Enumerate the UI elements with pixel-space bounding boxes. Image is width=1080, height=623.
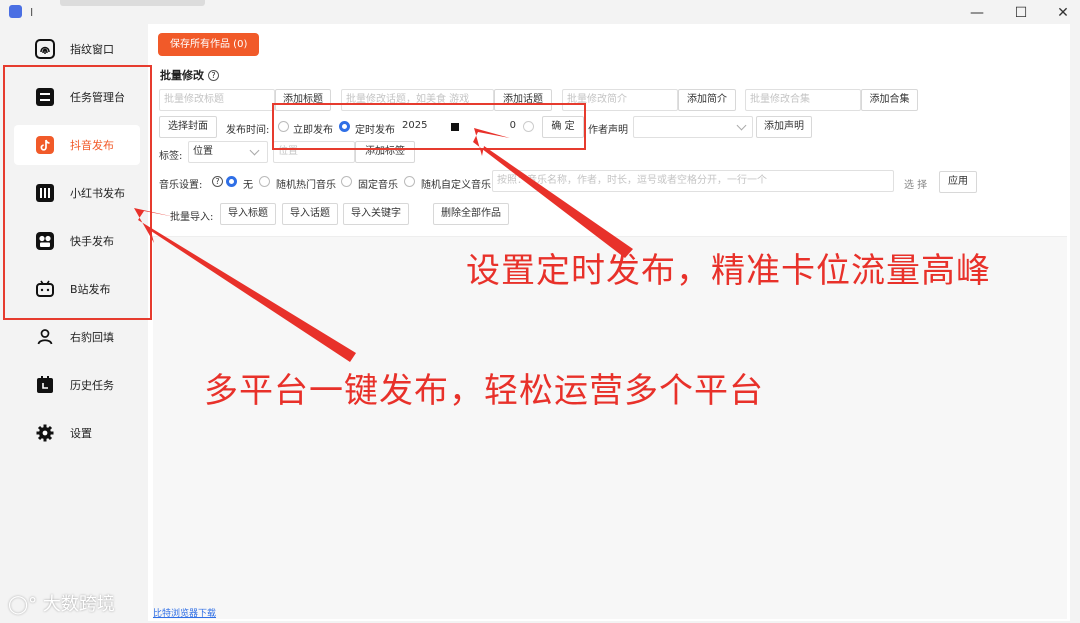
music-fixed-label: 固定音乐 xyxy=(358,180,398,191)
add-collection-button[interactable]: 添加合集 xyxy=(861,89,918,111)
chevron-down-icon xyxy=(736,120,747,131)
music-settings-label: 音乐设置: xyxy=(159,180,203,191)
author-statement-select[interactable] xyxy=(633,116,753,138)
music-hot-label: 随机热门音乐 xyxy=(276,180,336,191)
history-icon xyxy=(34,374,56,396)
add-statement-button[interactable]: 添加声明 xyxy=(756,116,812,138)
sidebar-item-history[interactable]: 历史任务 xyxy=(14,365,140,405)
maximize-button[interactable]: ☐ xyxy=(1006,3,1036,23)
music-custom-label: 随机自定义音乐 xyxy=(421,180,491,191)
sidebar-item-label: 指纹窗口 xyxy=(70,43,114,56)
multi-platform-annotation-text: 多平台一键发布，轻松运营多个平台 xyxy=(204,371,764,411)
chevron-down-icon xyxy=(249,145,260,156)
sidebar-item-settings[interactable]: 设置 xyxy=(14,413,140,453)
music-fixed-radio[interactable] xyxy=(341,176,352,187)
browser-download-link[interactable]: 比特浏览器下载 xyxy=(153,606,216,619)
music-none-label: 无 xyxy=(243,180,253,191)
batch-collection-input[interactable]: 批量修改合集 xyxy=(745,89,861,111)
import-title-button[interactable]: 导入标题 xyxy=(220,203,276,225)
close-button[interactable]: ✕ xyxy=(1048,3,1078,23)
music-none-radio[interactable] xyxy=(226,176,237,187)
tag-label: 标签: xyxy=(159,151,183,162)
sidebar-item-youbao[interactable]: 右豹回填 xyxy=(14,317,140,357)
sidebar-item-label: 设置 xyxy=(70,427,92,440)
schedule-annotation-text: 设置定时发布，精准卡位流量高峰 xyxy=(466,251,991,291)
tag-type-select[interactable]: 位置 xyxy=(188,141,268,163)
choose-music-button[interactable]: 选 择 xyxy=(904,176,927,191)
blurred-title-area xyxy=(60,0,205,6)
fingerprint-icon xyxy=(34,38,56,60)
import-keyword-button[interactable]: 导入关键字 xyxy=(343,203,409,225)
gear-icon xyxy=(34,422,56,444)
import-topic-button[interactable]: 导入话题 xyxy=(282,203,338,225)
help-icon[interactable]: ? xyxy=(208,70,219,81)
batch-edit-title: 批量修改? xyxy=(160,67,219,83)
sidebar-item-fingerprint[interactable]: 指纹窗口 xyxy=(14,29,140,69)
minimize-button[interactable]: — xyxy=(962,3,992,23)
app-logo-icon xyxy=(9,5,22,18)
platforms-highlight-box xyxy=(3,65,152,320)
schedule-highlight-box xyxy=(272,103,586,150)
window-title: I xyxy=(30,6,34,19)
apply-button[interactable]: 应用 xyxy=(939,171,977,193)
sidebar-item-label: 历史任务 xyxy=(70,379,114,392)
music-hot-radio[interactable] xyxy=(259,176,270,187)
batch-import-label: 批量导入: xyxy=(170,212,214,223)
watermark: ◯° 大数跨境 xyxy=(8,594,115,615)
publish-time-label: 发布时间: xyxy=(226,125,270,136)
user-icon xyxy=(34,326,56,348)
select-cover-button[interactable]: 选择封面 xyxy=(159,116,217,138)
add-intro-button[interactable]: 添加简介 xyxy=(678,89,736,111)
title-bar: I — ☐ ✕ xyxy=(0,0,1080,26)
works-list-area xyxy=(153,236,1067,619)
batch-title-input[interactable]: 批量修改标题 xyxy=(159,89,275,111)
save-all-works-button[interactable]: 保存所有作品 (0) xyxy=(158,33,260,56)
delete-all-works-button[interactable]: 删除全部作品 xyxy=(433,203,509,225)
watermark-logo-icon: ◯° xyxy=(8,594,43,615)
music-list-input[interactable]: 按照：音乐名称，作者，时长，逗号或者空格分开，一行一个 xyxy=(492,170,894,192)
author-statement-label: 作者声明 xyxy=(588,125,628,136)
help-icon[interactable]: ? xyxy=(212,176,223,187)
music-custom-radio[interactable] xyxy=(404,176,415,187)
sidebar-item-label: 右豹回填 xyxy=(70,331,114,344)
